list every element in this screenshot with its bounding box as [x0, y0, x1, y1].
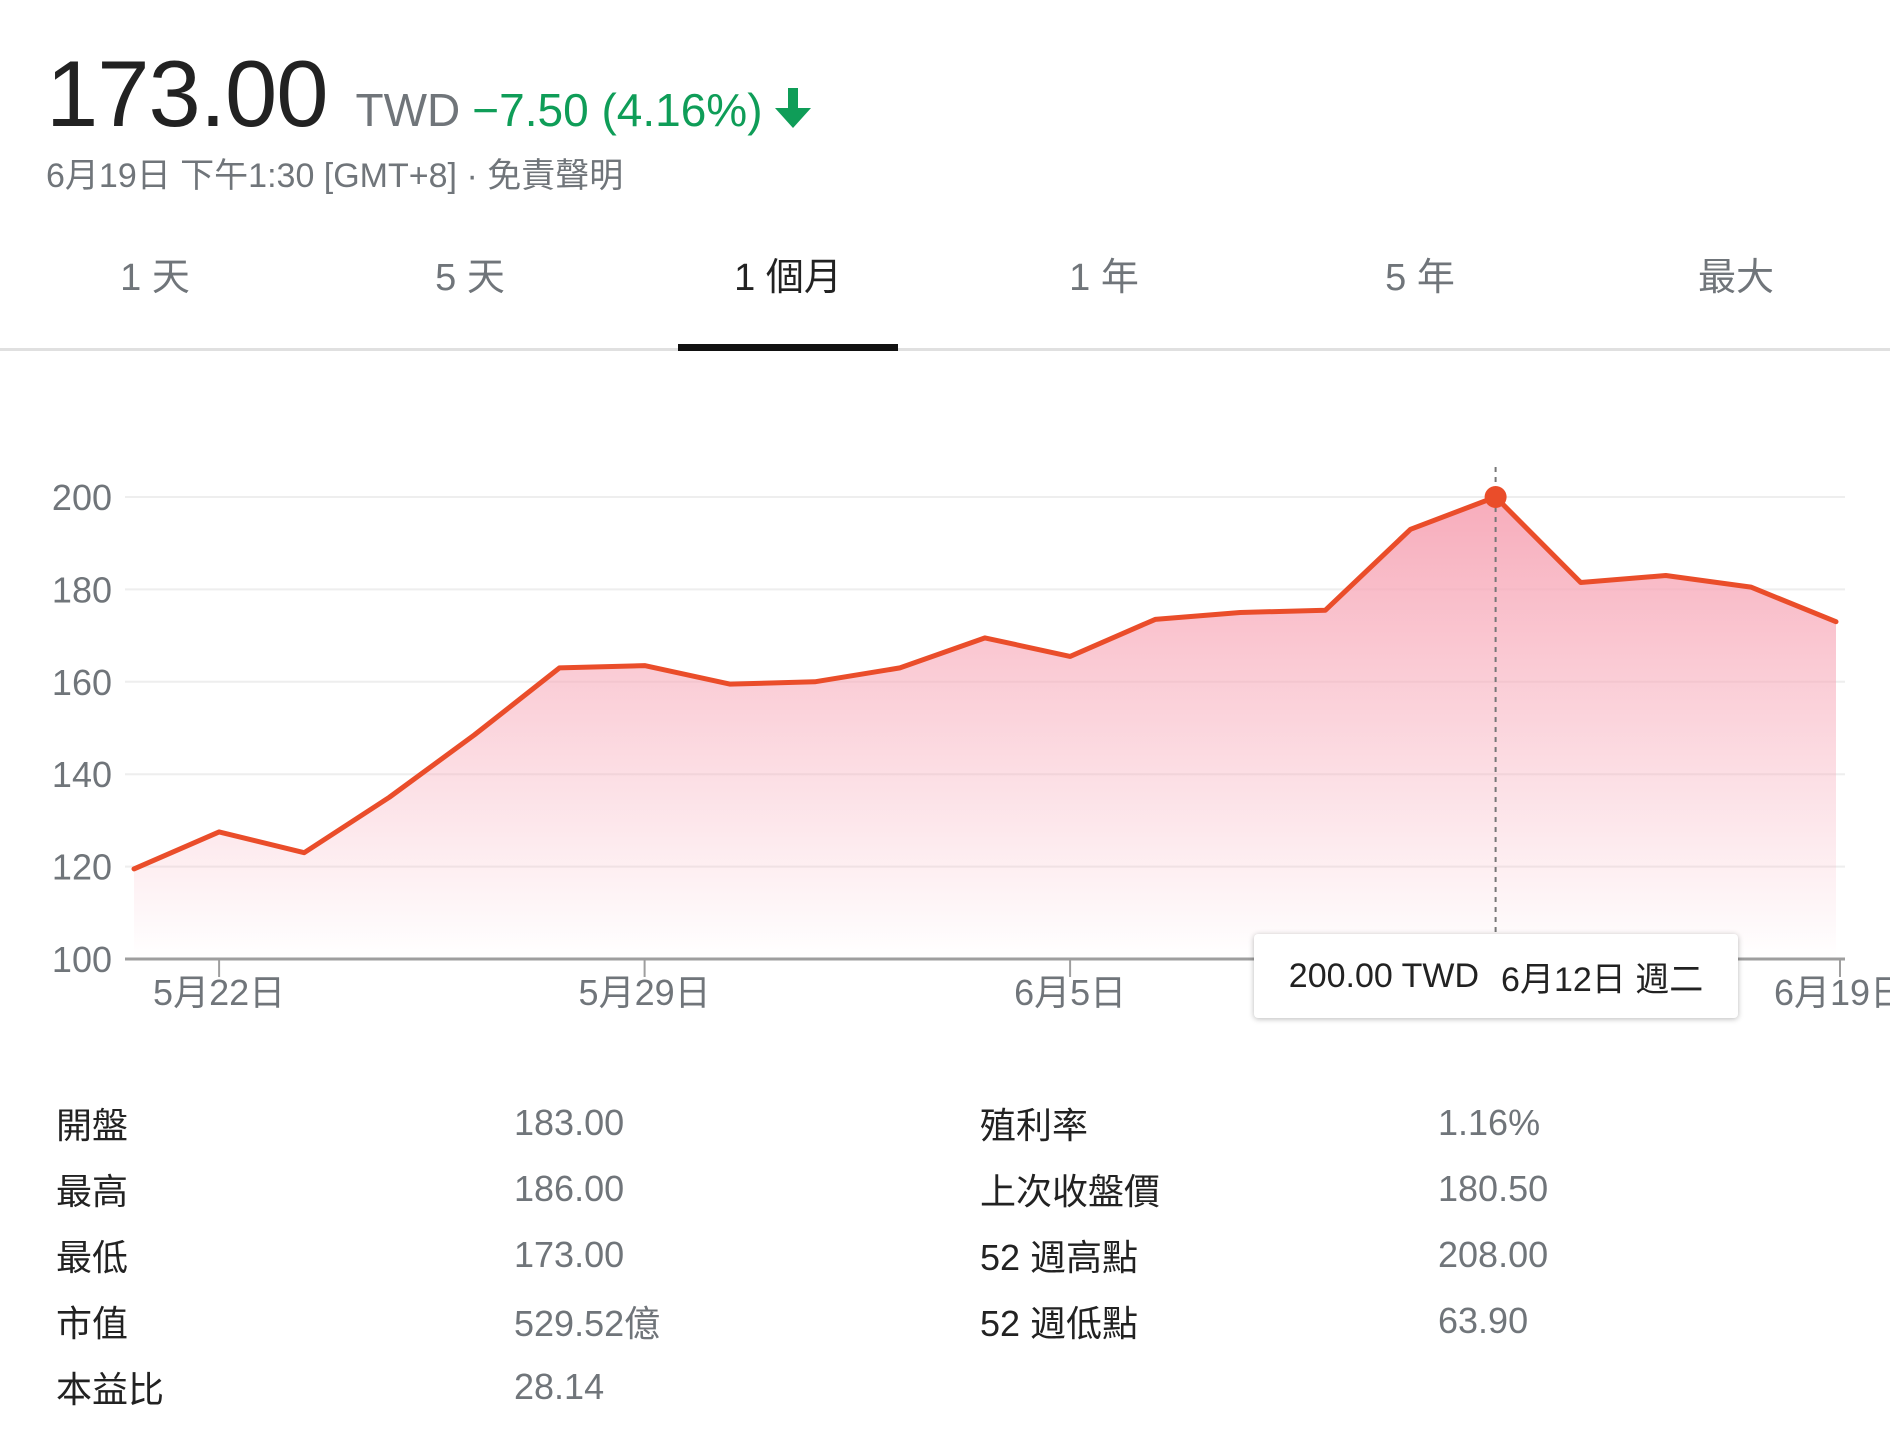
stat-row-52w-low: 52 週低點 63.90 — [980, 1288, 1548, 1354]
stat-value: 173.00 — [514, 1234, 625, 1275]
stat-label: 市值 — [56, 1303, 129, 1344]
stat-value: 1.16% — [1438, 1102, 1541, 1143]
stat-value: 208.00 — [1438, 1234, 1549, 1275]
active-tab-indicator — [678, 344, 898, 351]
currency-code: TWD — [355, 84, 461, 136]
y-tick-label: 140 — [52, 754, 112, 795]
stat-label: 上次收盤價 — [980, 1171, 1161, 1212]
quote-subline: 6月19日 下午1:30 [GMT+8] · 免責聲明 — [46, 148, 623, 197]
arrow-down-icon — [774, 88, 811, 128]
stat-row-market-cap: 市值 529.52億 — [56, 1288, 660, 1354]
stat-row-high: 最高 186.00 — [56, 1156, 660, 1222]
tab-1-month[interactable]: 1 個月 — [678, 230, 898, 351]
stat-label: 52 週高點 — [980, 1237, 1139, 1278]
price-area — [134, 497, 1836, 958]
stat-label: 52 週低點 — [980, 1303, 1139, 1344]
tab-5-days[interactable]: 5 天 — [360, 230, 580, 348]
x-tick-label: 6月19日 — [1774, 972, 1890, 1013]
stat-row-yield: 殖利率 1.16% — [980, 1090, 1548, 1156]
separator: · — [457, 157, 488, 195]
y-tick-label: 120 — [52, 847, 112, 888]
quote-header: 173.00 TWD −7.50 (4.16%) — [46, 40, 813, 150]
stat-label: 殖利率 — [980, 1105, 1089, 1146]
stat-row-open: 開盤 183.00 — [56, 1090, 660, 1156]
y-tick-label: 200 — [52, 477, 112, 518]
current-price: 173.00 — [46, 41, 329, 146]
x-tick-label: 5月22日 — [153, 972, 285, 1013]
stat-row-prev-close: 上次收盤價 180.50 — [980, 1156, 1548, 1222]
stat-value: 63.90 — [1438, 1300, 1529, 1341]
tab-max[interactable]: 最大 — [1626, 230, 1846, 348]
stat-value: 180.50 — [1438, 1168, 1549, 1209]
stat-value: 28.14 — [514, 1366, 605, 1407]
stat-value: 183.00 — [514, 1102, 625, 1143]
tab-1-day[interactable]: 1 天 — [45, 230, 265, 348]
x-tick-label: 5月29日 — [579, 972, 711, 1013]
stat-row-low: 最低 173.00 — [56, 1222, 660, 1288]
disclaimer-link[interactable]: 免責聲明 — [487, 157, 623, 195]
quote-timestamp: 6月19日 下午1:30 [GMT+8] — [46, 157, 457, 195]
tooltip-date: 6月12日 週二 — [1501, 960, 1704, 999]
stat-value: 529.52億 — [514, 1303, 661, 1344]
stat-row-pe-ratio: 本益比 28.14 — [56, 1354, 660, 1420]
price-change: −7.50 (4.16%) — [472, 84, 763, 136]
tab-1-year[interactable]: 1 年 — [994, 230, 1214, 348]
tab-label: 1 天 — [120, 257, 190, 299]
tab-label: 5 年 — [1385, 257, 1455, 299]
y-tick-label: 180 — [52, 569, 112, 610]
tab-label: 1 個月 — [734, 257, 842, 299]
tab-5-years[interactable]: 5 年 — [1310, 230, 1530, 348]
stat-label: 本益比 — [56, 1369, 165, 1410]
tab-label: 最大 — [1697, 257, 1774, 299]
stat-label: 最高 — [56, 1171, 129, 1212]
tab-label: 5 天 — [435, 257, 505, 299]
chart-tooltip: 200.00 TWD 6月12日 週二 — [1254, 934, 1738, 1018]
stat-value: 186.00 — [514, 1168, 625, 1209]
stat-label: 開盤 — [56, 1105, 129, 1146]
y-tick-label: 160 — [52, 662, 112, 703]
stat-row-52w-high: 52 週高點 208.00 — [980, 1222, 1548, 1288]
tooltip-value: 200.00 TWD — [1288, 956, 1480, 995]
x-tick-label: 6月5日 — [1014, 972, 1126, 1013]
hover-point — [1484, 486, 1507, 508]
stats-right-column: 殖利率 1.16% 上次收盤價 180.50 52 週高點 208.00 52 週低點… — [980, 1090, 1548, 1354]
stat-label: 最低 — [56, 1237, 129, 1278]
y-tick-label: 100 — [52, 939, 112, 980]
range-tabs: 1 天 5 天 1 個月 1 年 5 年 最大 — [0, 230, 1890, 351]
tab-label: 1 年 — [1069, 257, 1139, 299]
stats-left-column: 開盤 183.00 最高 186.00 最低 173.00 市值 529.52億 本益比… — [56, 1090, 660, 1420]
